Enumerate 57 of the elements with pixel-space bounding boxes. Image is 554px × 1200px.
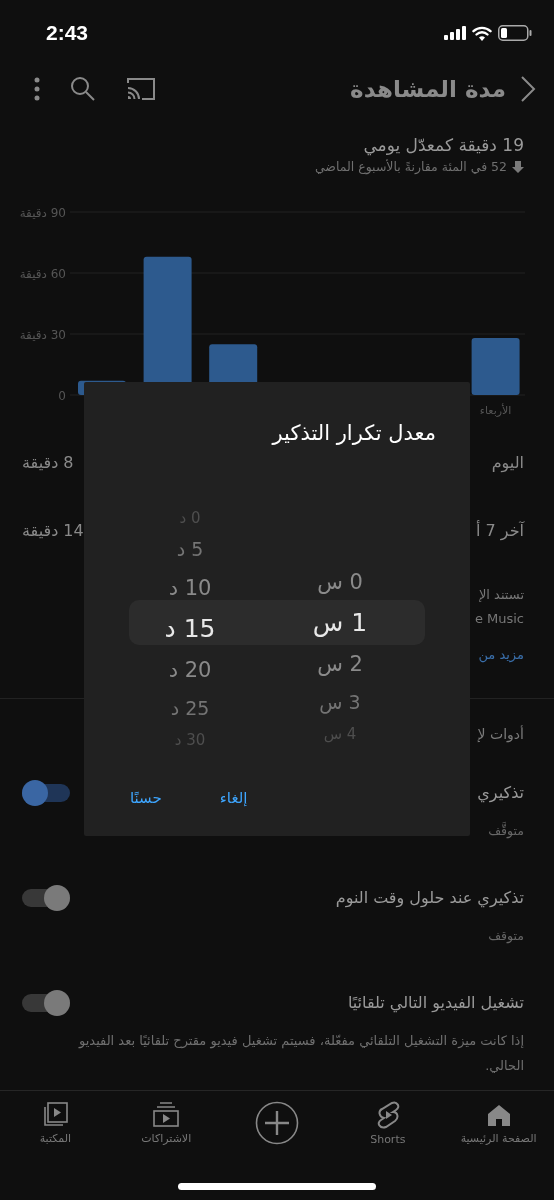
toggle-knob[interactable] [44,885,70,911]
wifi-icon [472,25,492,41]
nav-label[interactable]: Shorts [370,1133,406,1146]
subscriptions-icon[interactable] [152,1101,181,1128]
axis-label: 90 دقيقة [19,206,66,220]
toggle-switch[interactable] [22,990,70,1016]
create-icon[interactable] [255,1101,299,1145]
toggle-knob[interactable] [22,780,48,806]
picker-option[interactable]: 25 د [170,690,210,727]
picker-option[interactable]: 5 د [176,531,204,568]
picker-option[interactable]: 3 س [319,684,361,721]
toggle-switch[interactable] [22,885,70,911]
picker-option[interactable]: 15 د [164,608,216,650]
setting-description: إذا كانت ميزة التشغيل التلقائي مفعّلة، فسيتم تشغيل فيديو مقترح تلقائيًا بعد الفيديو الحالي. [77,1032,524,1075]
setting-status: متوقف [488,927,524,945]
more-icon[interactable] [34,77,40,101]
picker-option[interactable]: 0 س [317,562,363,602]
setting-title: تذكيري [477,782,524,805]
axis-label: 0 [58,389,66,403]
toggle-knob[interactable] [44,990,70,1016]
change-text: 52 في المئة مقارنةً بالأسبوع الماضي [314,158,507,177]
nav-label[interactable]: الاشتراكات [141,1131,192,1145]
signal-icon [444,26,466,40]
battery-icon [498,25,532,41]
ok-button[interactable]: حسنًا [124,785,168,811]
setting-status: متوقَّف [488,822,524,840]
more-link[interactable]: مزيد من [478,643,524,667]
toggle-switch[interactable] [22,780,70,806]
axis-label: 30 دقيقة [19,328,66,342]
info-text: e Music [474,610,524,628]
info-text: تستند الإ [478,586,524,604]
search-icon[interactable] [70,76,96,102]
page-title: مدة المشاهدة [350,76,506,102]
section-heading: أدوات لإ [477,724,524,745]
cancel-button[interactable]: إلغاء [213,785,254,811]
axis-label: 60 دقيقة [19,267,66,281]
library-icon[interactable] [42,1101,69,1128]
chart-bar [471,338,520,395]
down-arrow-icon [512,161,524,173]
stat-value: 14 دقيقة [22,520,84,540]
nav-label[interactable]: الصفحة الرئيسية [460,1131,537,1145]
picker-option[interactable]: 10 د [168,568,212,608]
back-icon[interactable] [520,75,536,103]
setting-title: تذكيري عند حلول وقت النوم [335,887,524,910]
picker-option[interactable]: 1 س [312,602,368,644]
stat-label: آخر 7 أ [476,520,524,540]
nav-label[interactable]: المكتبة [39,1131,72,1145]
daily-average: 19 دقيقة كمعدّل يومي [362,134,524,157]
status-time: 2:43 [46,21,89,45]
axis-label: الأربعاء [479,404,512,417]
setting-title: تشغيل الفيديو التالي تلقائيًا [347,992,524,1015]
stat-value: 8 دقيقة [22,452,74,472]
dialog-title: معدل تكرار التذكير [272,420,436,447]
picker-option[interactable]: 20 د [168,650,212,690]
cast-icon[interactable] [126,77,156,101]
stat-label: اليوم [491,452,524,472]
picker-option[interactable]: 2 س [317,644,363,684]
